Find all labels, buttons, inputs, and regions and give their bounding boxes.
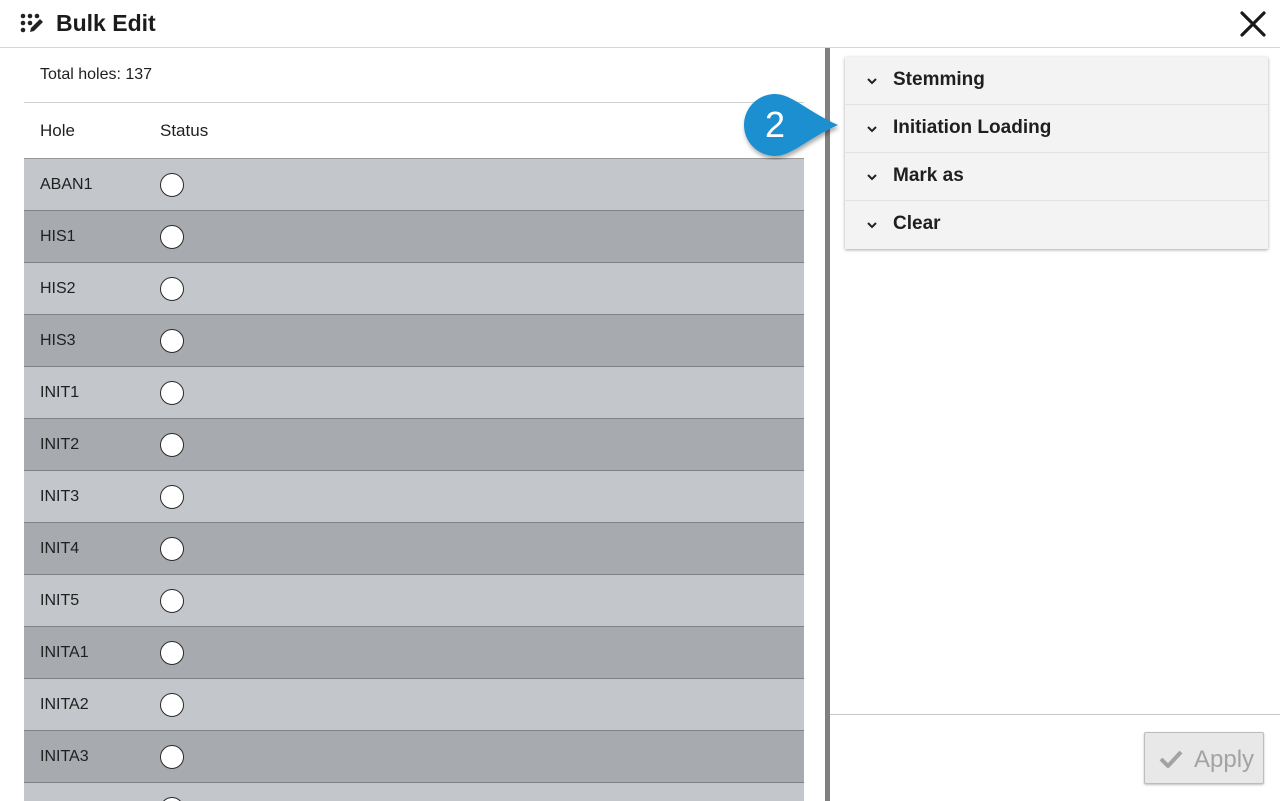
- hole-id: INITA1: [40, 644, 89, 661]
- total-holes: Total holes: 137: [24, 48, 804, 103]
- table-row[interactable]: INIT4: [24, 523, 804, 575]
- status-radio[interactable]: [160, 329, 184, 353]
- hole-id: INITA3: [40, 748, 89, 765]
- table-header: Hole Status: [24, 103, 804, 159]
- callout-number: 2: [765, 104, 785, 145]
- status-radio[interactable]: [160, 173, 184, 197]
- status-radio[interactable]: [160, 797, 184, 801]
- hole-id: HIS3: [40, 332, 76, 349]
- section-mark-as[interactable]: Mark as: [845, 153, 1268, 201]
- footer-divider: [830, 714, 1280, 715]
- hole-list: ABAN1 HIS1 HIS2 HIS3 INIT1 INIT2 INIT3 INIT4 INI…: [24, 159, 804, 801]
- section-label: Mark as: [893, 165, 964, 186]
- section-label: Clear: [893, 213, 941, 234]
- hole-id: INIT5: [40, 592, 80, 609]
- status-radio[interactable]: [160, 225, 184, 249]
- hole-id: HIS1: [40, 228, 76, 245]
- section-clear[interactable]: Clear: [845, 201, 1268, 249]
- status-radio[interactable]: [160, 641, 184, 665]
- table-row[interactable]: [24, 783, 804, 801]
- chevron-down-icon: [867, 174, 877, 181]
- status-radio[interactable]: [160, 693, 184, 717]
- table-row[interactable]: INIT3: [24, 471, 804, 523]
- table-row[interactable]: HIS3: [24, 315, 804, 367]
- chevron-down-icon: [867, 126, 877, 133]
- hole-id: INIT1: [40, 384, 80, 401]
- status-radio[interactable]: [160, 537, 184, 561]
- table-row[interactable]: INIT2: [24, 419, 804, 471]
- table-row[interactable]: INITA2: [24, 679, 804, 731]
- section-label: Stemming: [893, 69, 985, 90]
- status-radio[interactable]: [160, 433, 184, 457]
- section-stemming[interactable]: Stemming: [845, 57, 1268, 105]
- table-row[interactable]: INITA1: [24, 627, 804, 679]
- table-row[interactable]: HIS2: [24, 263, 804, 315]
- step-callout: 2: [743, 94, 838, 156]
- section-label: Initiation Loading: [893, 117, 1052, 138]
- chevron-down-icon: [867, 222, 877, 229]
- holes-panel: Total holes: 137 Hole Status ABAN1 HIS1 HI…: [24, 48, 804, 801]
- panel-divider[interactable]: [825, 48, 830, 801]
- hole-id: INIT2: [40, 436, 80, 453]
- check-icon: [1159, 750, 1183, 768]
- hole-id: INIT3: [40, 488, 80, 505]
- dots-pencil-icon: [20, 13, 43, 33]
- table-row[interactable]: ABAN1: [24, 159, 804, 211]
- dialog-title: Bulk Edit: [56, 10, 156, 36]
- table-row[interactable]: INITA3: [24, 731, 804, 783]
- hole-id: INIT4: [40, 540, 80, 557]
- apply-label: Apply: [1194, 746, 1255, 773]
- table-row[interactable]: INIT1: [24, 367, 804, 419]
- status-radio[interactable]: [160, 589, 184, 613]
- hole-id: HIS2: [40, 280, 76, 297]
- hole-id: INITA2: [40, 696, 89, 713]
- column-header-status: Status: [160, 121, 209, 140]
- section-initiation-loading[interactable]: Initiation Loading: [845, 105, 1268, 153]
- chevron-down-icon: [867, 78, 877, 85]
- apply-button[interactable]: Apply: [1144, 732, 1264, 784]
- close-icon[interactable]: [1238, 9, 1268, 39]
- column-header-hole: Hole: [40, 121, 75, 140]
- edit-sections: Stemming Initiation Loading Mark as Clea…: [845, 57, 1268, 249]
- status-radio[interactable]: [160, 381, 184, 405]
- status-radio[interactable]: [160, 277, 184, 301]
- table-row[interactable]: INIT5: [24, 575, 804, 627]
- dialog-header: Bulk Edit: [0, 0, 1280, 48]
- table-row[interactable]: HIS1: [24, 211, 804, 263]
- status-radio[interactable]: [160, 745, 184, 769]
- status-radio[interactable]: [160, 485, 184, 509]
- hole-id: ABAN1: [40, 176, 93, 193]
